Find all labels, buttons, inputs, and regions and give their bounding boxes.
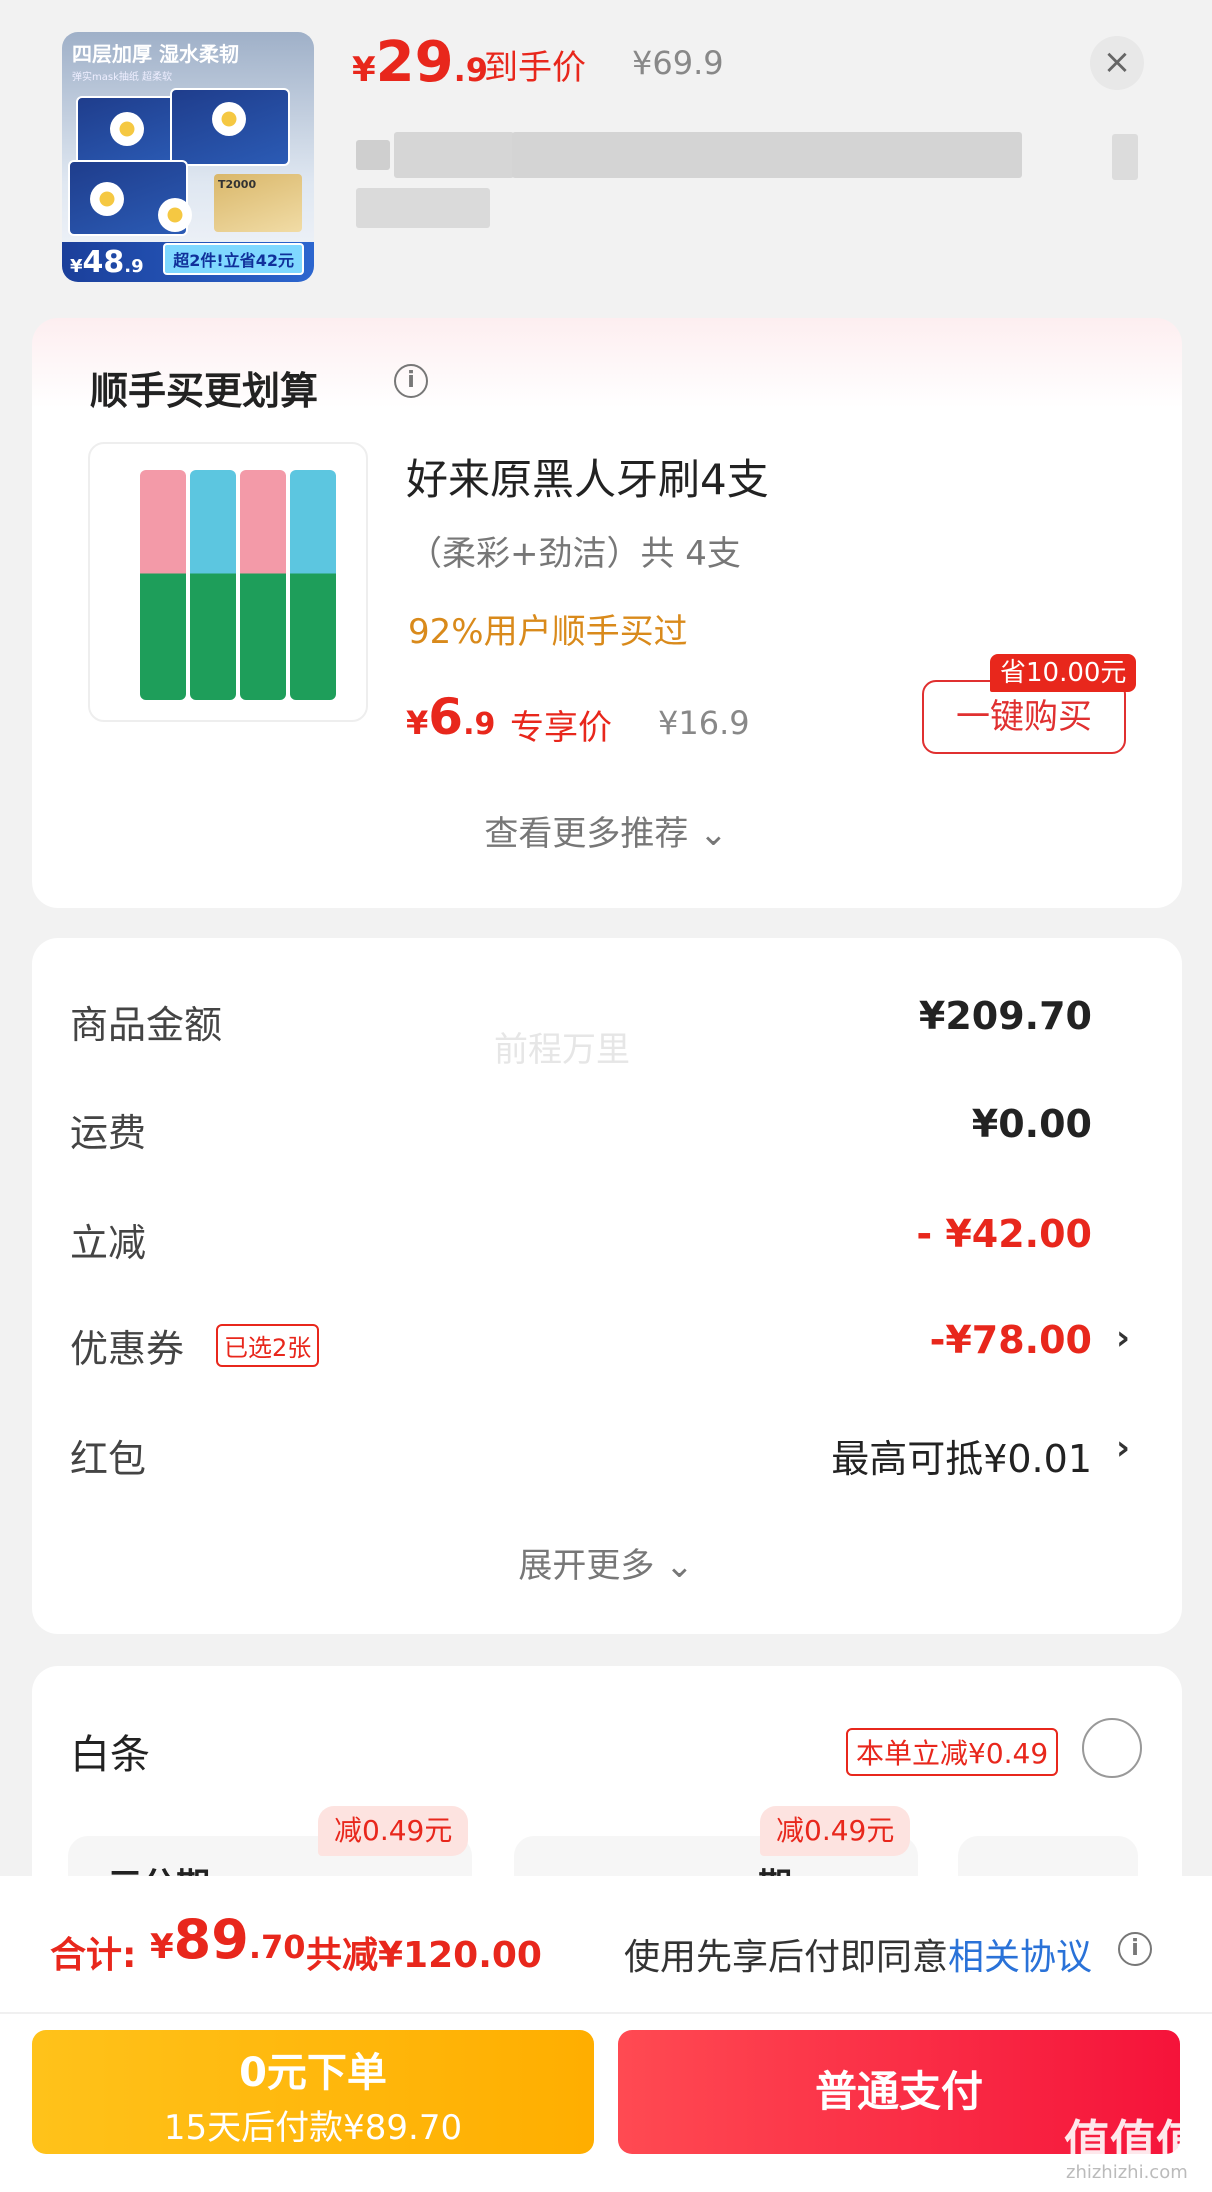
gold-pack: T2000 (214, 174, 302, 232)
discount-value: - ¥42.00 (916, 1212, 1092, 1256)
original-price: ¥69.9 (632, 44, 724, 82)
blurred-title (512, 132, 1022, 178)
blurred-title (356, 140, 390, 170)
coupon-selected-badge: 已选2张 (216, 1324, 320, 1367)
discount-label: 立减 (70, 1221, 147, 1265)
recommend-original-price: ¥16.9 (658, 704, 750, 742)
flower-graphic (158, 198, 192, 232)
coupon-value[interactable]: -¥78.00 (930, 1318, 1092, 1362)
pay-later-title: 0元下单 (239, 2050, 387, 2096)
pay-later-button[interactable]: 0元下单 15天后付款¥89.70 (32, 2030, 594, 2154)
toothbrush-pack (140, 470, 186, 700)
recommend-price: ¥6.9 (406, 688, 496, 746)
expand-more-link[interactable]: 展开更多 ⌄ (0, 1538, 1212, 1587)
shipping-value: ¥0.00 (971, 1102, 1092, 1146)
installment-discount-tag: 减0.49元 (318, 1806, 469, 1856)
product-thumbnail[interactable]: 四层加厚 湿水柔韧 弹实mask抽纸 超柔软 T2000 ¥48.9 超2件!立… (62, 32, 314, 282)
blurred-title (394, 132, 514, 178)
toothbrush-image[interactable] (88, 442, 368, 722)
chevron-right-icon[interactable]: › (1116, 1428, 1130, 1468)
flower-graphic (212, 102, 246, 136)
baitiao-label: 白条 (70, 1732, 150, 1778)
recommend-social-proof: 92%用户顺手买过 (408, 612, 688, 652)
info-icon[interactable]: i (394, 364, 428, 398)
installment-discount-tag: 减0.49元 (760, 1806, 911, 1856)
final-price: ¥29.9 (352, 30, 489, 95)
recommend-title: 顺手买更划算 (90, 369, 319, 413)
subtotal-value: ¥209.70 (918, 994, 1092, 1038)
save-badge: 省10.00元 (990, 654, 1137, 692)
recommend-price-label: 专享价 (510, 708, 612, 748)
total-label: 合计: (50, 1935, 137, 1976)
more-recommendations-link[interactable]: 查看更多推荐 ⌄ (0, 806, 1212, 855)
chevron-right-icon[interactable]: › (1116, 1318, 1130, 1358)
subtotal-label: 商品金额 (70, 1003, 223, 1047)
divider (0, 2012, 1212, 2014)
pay-later-subtitle: 15天后付款¥89.70 (163, 2108, 463, 2148)
recommend-item-name[interactable]: 好来原黑人牙刷4支 (406, 446, 769, 507)
thumb-promo-tag: 超2件!立省42元 (163, 243, 304, 275)
toothbrush-pack (290, 470, 336, 700)
toothbrush-pack (190, 470, 236, 700)
toothbrush-pack (240, 470, 286, 700)
final-price-label: 到手价 (484, 48, 586, 88)
baitiao-discount-tag: 本单立减¥0.49 (846, 1728, 1059, 1776)
thumb-headline: 四层加厚 湿水柔韧 (72, 42, 239, 66)
baitiao-radio[interactable] (1082, 1718, 1142, 1778)
thumb-subline: 弹实mask抽纸 超柔软 (72, 72, 173, 83)
thumb-price: ¥48.9 (70, 245, 144, 280)
red-packet-value[interactable]: 最高可抵¥0.01 (831, 1428, 1092, 1483)
blurred-title (356, 188, 490, 228)
blurred-title (1112, 134, 1138, 180)
info-icon[interactable]: i (1118, 1932, 1152, 1966)
flower-graphic (90, 182, 124, 216)
recommend-item-spec: （柔彩+劲洁）共 4支 (408, 534, 741, 574)
shipping-label: 运费 (70, 1111, 147, 1155)
watermark: 前程万里 (494, 1030, 630, 1070)
agreement-link[interactable]: 相关协议 (948, 1937, 1092, 1978)
agreement-text: 使用先享后付即同意相关协议 (624, 1937, 1093, 1978)
site-watermark-url: zhizhizhi.com (1066, 2162, 1188, 2183)
total-amount: ¥89.70 (150, 1908, 306, 1971)
close-icon[interactable]: × (1090, 36, 1144, 90)
total-saved: 共减¥120.00 (306, 1935, 542, 1976)
coupon-label[interactable]: 优惠券 (70, 1318, 184, 1373)
red-packet-label[interactable]: 红包 (70, 1428, 146, 1483)
flower-graphic (110, 112, 144, 146)
